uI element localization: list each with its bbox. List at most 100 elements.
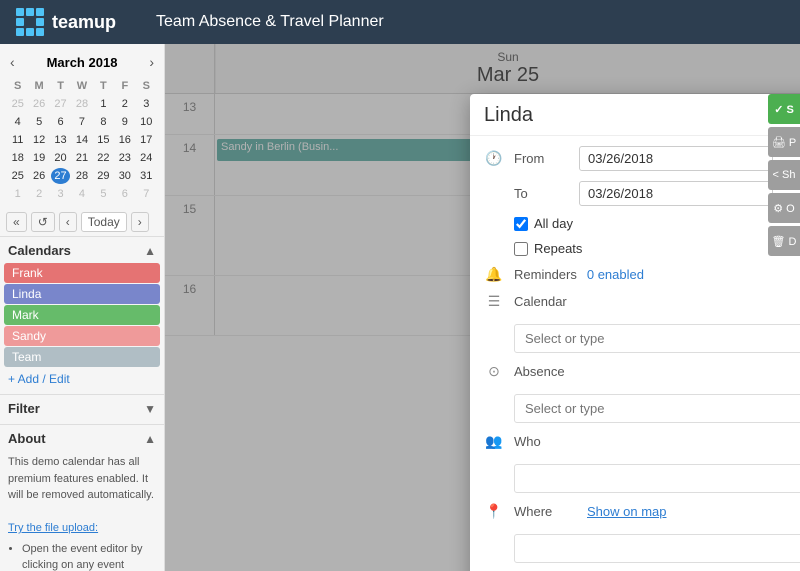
- where-row: 📍 Where Show on map: [484, 503, 800, 563]
- allday-checkbox-label[interactable]: All day: [514, 216, 573, 231]
- filter-collapse[interactable]: ▼: [144, 402, 156, 416]
- filter-label: Filter: [8, 401, 40, 416]
- nav-prev-prev[interactable]: «: [6, 212, 27, 232]
- mini-cal-day[interactable]: 22: [94, 150, 113, 166]
- absence-select[interactable]: [514, 394, 800, 423]
- mini-cal-day[interactable]: 7: [137, 186, 156, 202]
- week-nav-bar: « ↺ ‹ Today ›: [0, 208, 164, 237]
- about-header: About ▲: [0, 424, 164, 450]
- mini-cal-day[interactable]: 2: [115, 96, 134, 112]
- mini-cal-day[interactable]: 8: [94, 114, 113, 130]
- mini-cal-day[interactable]: 31: [137, 168, 156, 184]
- mini-cal-day[interactable]: 21: [72, 150, 91, 166]
- calendars-collapse[interactable]: ▲: [144, 244, 156, 258]
- mini-cal-day[interactable]: 26: [29, 168, 48, 184]
- about-section: About ▲ This demo calendar has all premi…: [0, 420, 164, 571]
- mini-cal-day[interactable]: 1: [8, 186, 27, 202]
- mini-cal-day[interactable]: 15: [94, 132, 113, 148]
- mini-cal-day[interactable]: 29: [94, 168, 113, 184]
- mini-cal-day[interactable]: 1: [94, 96, 113, 112]
- from-label: From: [514, 151, 569, 166]
- calendars-header: Calendars ▲: [0, 237, 164, 262]
- to-date-input[interactable]: [579, 181, 773, 206]
- mini-cal-day[interactable]: 25: [8, 168, 27, 184]
- calendar-item-frank[interactable]: Frank: [4, 263, 160, 283]
- mini-cal-day[interactable]: 4: [72, 186, 91, 202]
- mini-cal-day[interactable]: 30: [115, 168, 134, 184]
- mini-cal-day[interactable]: 25: [8, 96, 27, 112]
- mini-cal-day[interactable]: 5: [94, 186, 113, 202]
- save-button[interactable]: ✓ S: [768, 94, 800, 124]
- calendar-item-team[interactable]: Team: [4, 347, 160, 367]
- from-date-input[interactable]: [579, 146, 773, 171]
- mini-cal-day[interactable]: 14: [72, 132, 91, 148]
- modal-title-bar: [470, 94, 800, 136]
- mini-cal-day[interactable]: 27: [51, 96, 70, 112]
- clock-icon: 🕐: [484, 150, 504, 167]
- mini-calendar: ‹ March 2018 › S M T W T F S: [0, 44, 164, 208]
- mini-cal-day[interactable]: 5: [29, 114, 48, 130]
- mini-cal-day[interactable]: 9: [115, 114, 134, 130]
- mini-cal-day[interactable]: 11: [8, 132, 27, 148]
- mini-cal-day[interactable]: 4: [8, 114, 27, 130]
- delete-button[interactable]: 🗑 D: [768, 226, 800, 256]
- nav-refresh[interactable]: ↺: [31, 212, 55, 232]
- mini-cal-day[interactable]: 19: [29, 150, 48, 166]
- nav-next[interactable]: ›: [131, 212, 149, 232]
- add-calendar-link[interactable]: + Add / Edit: [0, 368, 164, 390]
- calendar-select[interactable]: [514, 324, 800, 353]
- who-icon: 👥: [484, 433, 504, 450]
- mini-cal-title: March 2018: [19, 55, 146, 70]
- repeats-checkbox-label[interactable]: Repeats: [514, 241, 582, 256]
- mini-cal-day[interactable]: 7: [72, 114, 91, 130]
- where-input[interactable]: [514, 534, 800, 563]
- mini-cal-day[interactable]: 16: [115, 132, 134, 148]
- show-on-map-link[interactable]: Show on map: [587, 504, 667, 519]
- filter-header: Filter ▼: [0, 394, 164, 420]
- modal-body: 🕐 From To All day: [470, 136, 800, 571]
- mini-cal-day[interactable]: 17: [137, 132, 156, 148]
- mini-cal-day[interactable]: 12: [29, 132, 48, 148]
- event-title-input[interactable]: [484, 104, 800, 127]
- allday-checkbox[interactable]: [514, 217, 528, 231]
- mini-cal-day[interactable]: 28: [72, 96, 91, 112]
- mini-cal-day[interactable]: 3: [137, 96, 156, 112]
- share-button[interactable]: < Sh: [768, 160, 800, 190]
- mini-cal-day[interactable]: 18: [8, 150, 27, 166]
- reminders-link[interactable]: 0 enabled: [587, 267, 644, 282]
- mini-cal-day[interactable]: 24: [137, 150, 156, 166]
- location-icon: 📍: [484, 503, 504, 520]
- calendar-item-linda[interactable]: Linda: [4, 284, 160, 304]
- nav-today[interactable]: Today: [81, 212, 127, 232]
- mini-cal-day[interactable]: 23: [115, 150, 134, 166]
- main-layout: ‹ March 2018 › S M T W T F S: [0, 44, 800, 571]
- mini-cal-day[interactable]: 10: [137, 114, 156, 130]
- mini-cal-day[interactable]: 2: [29, 186, 48, 202]
- calendar-item-mark[interactable]: Mark: [4, 305, 160, 325]
- nav-prev[interactable]: ‹: [59, 212, 77, 232]
- mini-cal-day[interactable]: 28: [72, 168, 91, 184]
- allday-row: All day: [484, 216, 800, 231]
- about-label: About: [8, 431, 46, 446]
- file-upload-link[interactable]: Try the file upload:: [8, 522, 98, 534]
- mini-cal-day[interactable]: 27: [51, 168, 70, 184]
- calendar-item-sandy[interactable]: Sandy: [4, 326, 160, 346]
- about-collapse[interactable]: ▲: [144, 432, 156, 446]
- print-button[interactable]: 🖨 P: [768, 127, 800, 157]
- mini-cal-next[interactable]: ›: [145, 52, 158, 72]
- options-button[interactable]: ⚙ O: [768, 193, 800, 223]
- mini-cal-prev[interactable]: ‹: [6, 52, 19, 72]
- repeats-checkbox[interactable]: [514, 242, 528, 256]
- absence-row: ⊙ Absence: [484, 363, 800, 423]
- mini-cal-day[interactable]: 20: [51, 150, 70, 166]
- logo-text: teamup: [52, 12, 116, 33]
- mini-cal-day[interactable]: 13: [51, 132, 70, 148]
- where-label: Where: [514, 504, 569, 519]
- mini-cal-day[interactable]: 26: [29, 96, 48, 112]
- mini-cal-day[interactable]: 3: [51, 186, 70, 202]
- mini-cal-day[interactable]: 6: [115, 186, 134, 202]
- mini-cal-day[interactable]: 6: [51, 114, 70, 130]
- about-content: This demo calendar has all premium featu…: [0, 450, 164, 571]
- who-input[interactable]: [514, 464, 800, 493]
- dow-sat: S: [137, 78, 156, 94]
